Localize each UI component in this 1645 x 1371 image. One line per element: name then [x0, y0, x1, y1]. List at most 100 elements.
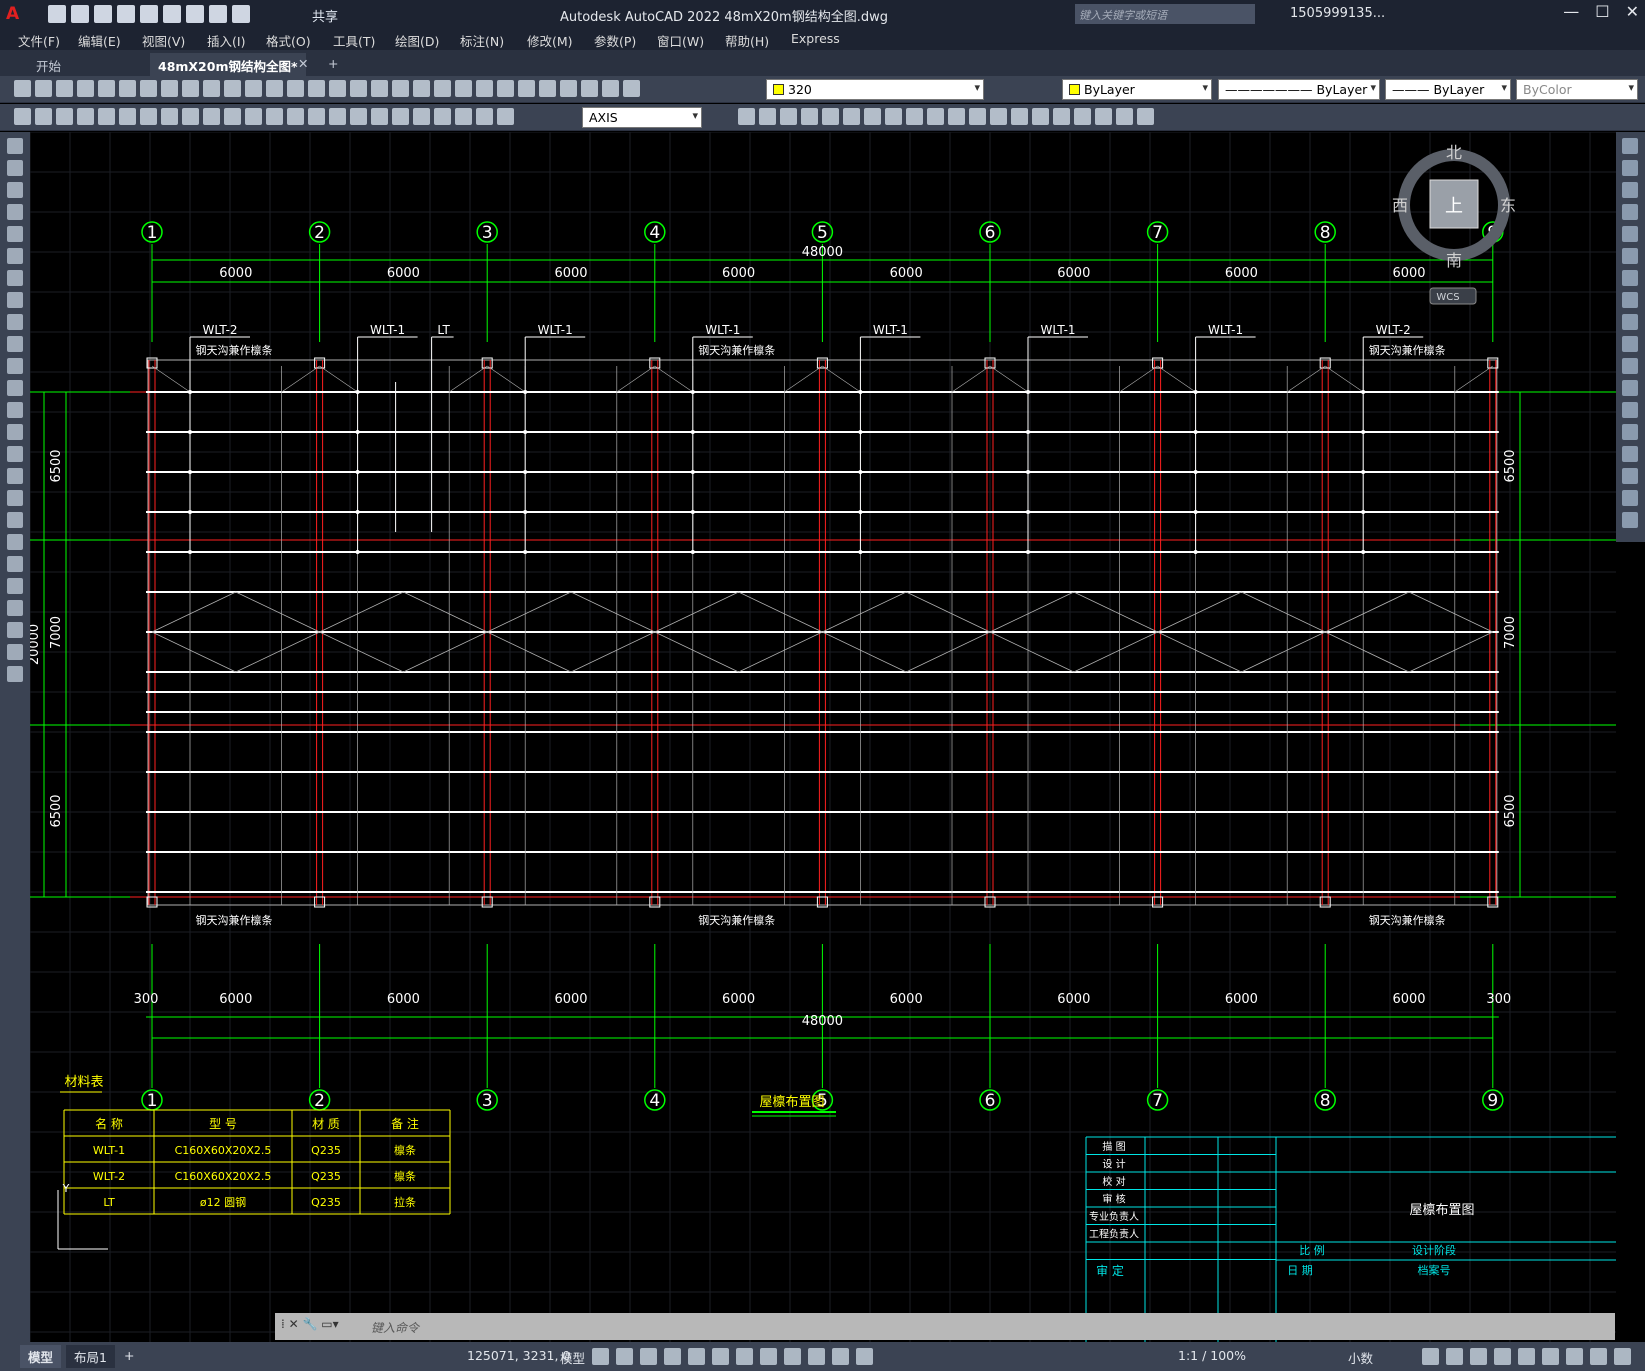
add-layout-icon[interactable]: +: [124, 1348, 134, 1363]
standard-tool-icon[interactable]: [224, 80, 241, 97]
modify-side-tool-icon[interactable]: [1622, 248, 1638, 264]
dimension-tool-icon[interactable]: [161, 108, 178, 125]
modify-tool-icon[interactable]: [948, 108, 965, 125]
modify-tool-icon[interactable]: [906, 108, 923, 125]
standard-tool-icon[interactable]: [392, 80, 409, 97]
modify-side-tool-icon[interactable]: [1622, 446, 1638, 462]
status-tool-icon[interactable]: [712, 1348, 729, 1365]
modify-side-tool-icon[interactable]: [1622, 182, 1638, 198]
draw-tool-icon[interactable]: [7, 204, 23, 220]
draw-tool-icon[interactable]: [7, 358, 23, 374]
status-tool-icon[interactable]: [808, 1348, 825, 1365]
maximize-icon[interactable]: ☐: [1595, 2, 1609, 21]
modify-side-tool-icon[interactable]: [1622, 512, 1638, 528]
menu-item-1[interactable]: 编辑(E): [78, 31, 121, 50]
draw-tool-icon[interactable]: [7, 424, 23, 440]
modify-side-tool-icon[interactable]: [1622, 226, 1638, 242]
modify-tool-icon[interactable]: [990, 108, 1007, 125]
dimension-tool-icon[interactable]: [140, 108, 157, 125]
draw-tool-icon[interactable]: [7, 138, 23, 154]
dimension-tool-icon[interactable]: [434, 108, 451, 125]
draw-tool-icon[interactable]: [7, 600, 23, 616]
draw-tool-icon[interactable]: [7, 336, 23, 352]
menu-item-11[interactable]: 帮助(H): [725, 31, 769, 50]
dimension-tool-icon[interactable]: [287, 108, 304, 125]
status-tool-icon[interactable]: [616, 1348, 633, 1365]
new-icon[interactable]: [48, 5, 66, 23]
modify-side-tool-icon[interactable]: [1622, 358, 1638, 374]
standard-tool-icon[interactable]: [350, 80, 367, 97]
status-tool-icon[interactable]: [688, 1348, 705, 1365]
modify-side-tool-icon[interactable]: [1622, 292, 1638, 308]
dimension-tool-icon[interactable]: [14, 108, 31, 125]
dimension-tool-icon[interactable]: [224, 108, 241, 125]
tab-layout1[interactable]: 布局1: [66, 1345, 115, 1368]
web-open-icon[interactable]: [140, 5, 158, 23]
status-tool-icon[interactable]: [592, 1348, 609, 1365]
tab-start[interactable]: 开始: [28, 53, 69, 76]
status-right-tool-icon[interactable]: [1422, 1348, 1439, 1365]
modify-tool-icon[interactable]: [1011, 108, 1028, 125]
dimension-tool-icon[interactable]: [245, 108, 262, 125]
new-tab-icon[interactable]: +: [320, 53, 346, 76]
draw-tool-icon[interactable]: [7, 512, 23, 528]
menu-item-10[interactable]: 窗口(W): [657, 31, 704, 50]
standard-tool-icon[interactable]: [140, 80, 157, 97]
modify-side-tool-icon[interactable]: [1622, 204, 1638, 220]
draw-tool-icon[interactable]: [7, 270, 23, 286]
modify-side-tool-icon[interactable]: [1622, 314, 1638, 330]
draw-tool-icon[interactable]: [7, 402, 23, 418]
modify-side-tool-icon[interactable]: [1622, 468, 1638, 484]
standard-tool-icon[interactable]: [560, 80, 577, 97]
draw-tool-icon[interactable]: [7, 314, 23, 330]
dimension-tool-icon[interactable]: [413, 108, 430, 125]
standard-tool-icon[interactable]: [455, 80, 472, 97]
standard-tool-icon[interactable]: [98, 80, 115, 97]
menu-item-7[interactable]: 标注(N): [460, 31, 504, 50]
search-input[interactable]: 键入关键字或短语: [1075, 4, 1255, 24]
share-button[interactable]: 共享: [312, 6, 338, 25]
print-icon[interactable]: [186, 5, 204, 23]
menu-item-12[interactable]: Express: [791, 31, 840, 46]
status-right-tool-icon[interactable]: [1614, 1348, 1631, 1365]
modify-tool-icon[interactable]: [1116, 108, 1133, 125]
draw-tool-icon[interactable]: [7, 292, 23, 308]
dimension-tool-icon[interactable]: [35, 108, 52, 125]
standard-tool-icon[interactable]: [266, 80, 283, 97]
modify-side-tool-icon[interactable]: [1622, 490, 1638, 506]
dimension-tool-icon[interactable]: [329, 108, 346, 125]
modify-tool-icon[interactable]: [1053, 108, 1070, 125]
command-close-icon[interactable]: ⁞ ✕ 🔧 ▭▾: [281, 1317, 339, 1331]
menu-item-8[interactable]: 修改(M): [527, 31, 573, 50]
draw-tool-icon[interactable]: [7, 226, 23, 242]
dimension-tool-icon[interactable]: [455, 108, 472, 125]
status-right-tool-icon[interactable]: [1494, 1348, 1511, 1365]
save-as-icon[interactable]: [117, 5, 135, 23]
status-tool-icon[interactable]: [784, 1348, 801, 1365]
modify-side-tool-icon[interactable]: [1622, 336, 1638, 352]
modify-tool-icon[interactable]: [864, 108, 881, 125]
modify-side-tool-icon[interactable]: [1622, 402, 1638, 418]
menu-item-6[interactable]: 绘图(D): [395, 31, 439, 50]
modify-tool-icon[interactable]: [885, 108, 902, 125]
standard-tool-icon[interactable]: [182, 80, 199, 97]
standard-tool-icon[interactable]: [308, 80, 325, 97]
dimension-tool-icon[interactable]: [350, 108, 367, 125]
menu-item-0[interactable]: 文件(F): [18, 31, 60, 50]
modify-tool-icon[interactable]: [759, 108, 776, 125]
status-right-tool-icon[interactable]: [1590, 1348, 1607, 1365]
color-dropdown[interactable]: ByLayer: [1062, 79, 1212, 100]
dimension-tool-icon[interactable]: [77, 108, 94, 125]
save-icon[interactable]: [94, 5, 112, 23]
status-right-tool-icon[interactable]: [1566, 1348, 1583, 1365]
modify-tool-icon[interactable]: [969, 108, 986, 125]
standard-tool-icon[interactable]: [581, 80, 598, 97]
dimension-tool-icon[interactable]: [308, 108, 325, 125]
drawing-canvas[interactable]: 1 1 2 2 3 3 4 4 5 5 6 6 7 7 8 8 9 9 48000 6000 6000 6000 6000 6…: [30, 132, 1616, 1342]
modify-side-tool-icon[interactable]: [1622, 270, 1638, 286]
status-tool-icon[interactable]: [640, 1348, 657, 1365]
modify-side-tool-icon[interactable]: [1622, 138, 1638, 154]
standard-tool-icon[interactable]: [203, 80, 220, 97]
modify-tool-icon[interactable]: [927, 108, 944, 125]
menu-item-5[interactable]: 工具(T): [333, 31, 375, 50]
